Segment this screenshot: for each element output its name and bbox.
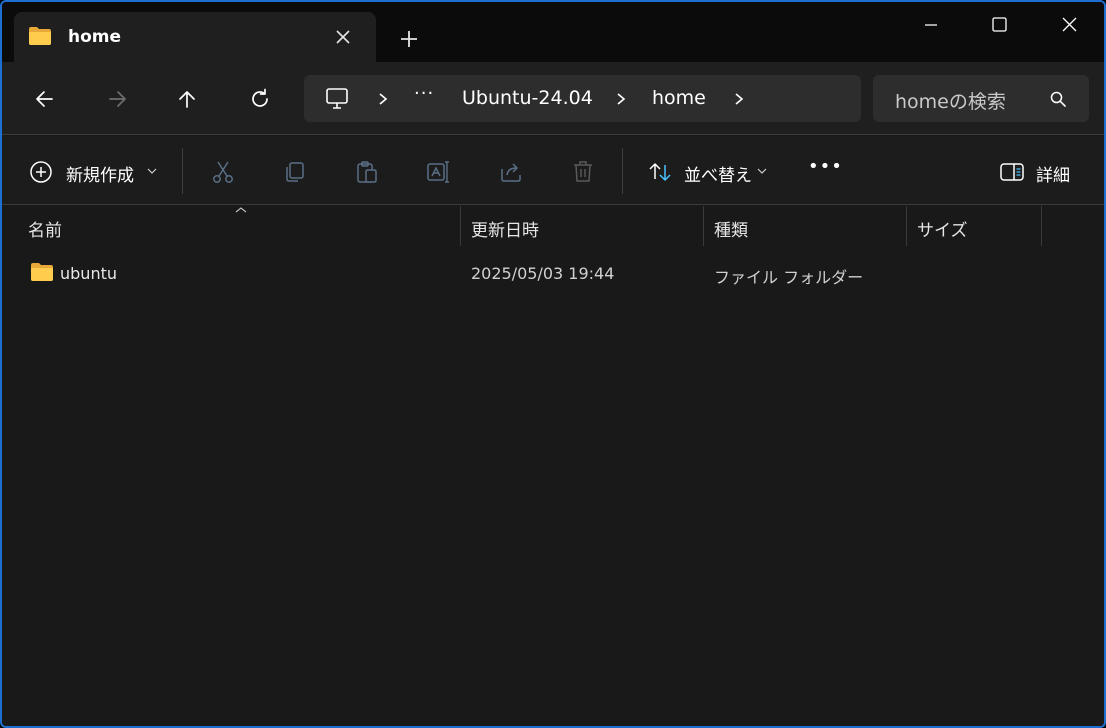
folder-icon (29, 27, 51, 45)
details-button[interactable]: 詳細 (1036, 161, 1070, 186)
new-button[interactable]: 新規作成 (66, 161, 134, 186)
tab-title: home (68, 27, 122, 47)
chevron-right-icon[interactable] (732, 91, 746, 107)
new-plus-icon[interactable] (28, 159, 54, 185)
copy-icon[interactable] (282, 159, 308, 185)
delete-icon[interactable] (570, 159, 596, 185)
column-divider[interactable] (703, 206, 704, 246)
refresh-icon[interactable] (245, 84, 275, 114)
command-bar: 新規作成 並べ替え ••• 詳細 (2, 136, 1104, 205)
chevron-right-icon[interactable] (376, 91, 390, 107)
close-tab-icon[interactable] (330, 24, 356, 50)
address-bar[interactable]: ··· Ubuntu-24.04 home (304, 75, 861, 122)
details-pane-icon[interactable] (999, 159, 1025, 185)
navigation-bar: ··· Ubuntu-24.04 home homeの検索 (2, 62, 1104, 135)
sort-ascending-icon (235, 207, 247, 213)
back-arrow-icon[interactable] (30, 84, 60, 114)
rename-icon[interactable] (426, 159, 452, 185)
column-header-size[interactable]: サイズ (917, 216, 968, 241)
column-header-type[interactable]: 種類 (714, 216, 748, 241)
sort-icon[interactable] (647, 159, 673, 185)
sort-button[interactable]: 並べ替え (684, 161, 752, 186)
chevron-right-icon[interactable] (614, 91, 628, 107)
column-header-modified[interactable]: 更新日時 (471, 216, 539, 241)
title-bar: home (2, 2, 1104, 62)
search-box[interactable]: homeの検索 (873, 75, 1089, 122)
close-window-icon[interactable] (1046, 10, 1092, 40)
column-divider[interactable] (906, 206, 907, 246)
column-divider[interactable] (460, 206, 461, 246)
file-modified: 2025/05/03 19:44 (471, 264, 615, 283)
new-tab-icon[interactable] (394, 24, 424, 54)
tab-home[interactable]: home (14, 12, 376, 62)
maximize-icon[interactable] (976, 10, 1022, 40)
chevron-down-icon[interactable] (147, 167, 157, 175)
breadcrumb-ubuntu[interactable]: Ubuntu-24.04 (462, 87, 593, 109)
file-type: ファイル フォルダー (714, 268, 864, 287)
file-list: 名前 更新日時 種類 サイズ ubuntu 2025/05/03 19:44 フ… (2, 206, 1104, 726)
up-arrow-icon[interactable] (172, 84, 202, 114)
search-icon[interactable] (1049, 90, 1067, 108)
paste-icon[interactable] (354, 159, 380, 185)
minimize-icon[interactable] (908, 10, 954, 40)
chevron-down-icon[interactable] (757, 167, 767, 175)
breadcrumb-overflow[interactable]: ··· (414, 83, 434, 104)
forward-arrow-icon[interactable] (102, 84, 132, 114)
column-header-name[interactable]: 名前 (28, 216, 62, 241)
command-divider (622, 148, 623, 194)
folder-icon (31, 263, 53, 281)
computer-icon[interactable] (324, 86, 350, 112)
search-placeholder[interactable]: homeの検索 (895, 87, 1006, 114)
breadcrumb-home[interactable]: home (652, 87, 706, 109)
table-row[interactable]: ubuntu 2025/05/03 19:44 ファイル フォルダー (20, 258, 1086, 290)
more-options-button[interactable]: ••• (808, 156, 843, 177)
command-divider (182, 148, 183, 194)
cut-icon[interactable] (210, 159, 236, 185)
file-name[interactable]: ubuntu (60, 264, 117, 283)
share-icon[interactable] (498, 159, 524, 185)
file-explorer-window: home ··· Ubuntu-24.04 home homeの検索 新規作成 … (0, 0, 1106, 728)
column-divider[interactable] (1041, 206, 1042, 246)
